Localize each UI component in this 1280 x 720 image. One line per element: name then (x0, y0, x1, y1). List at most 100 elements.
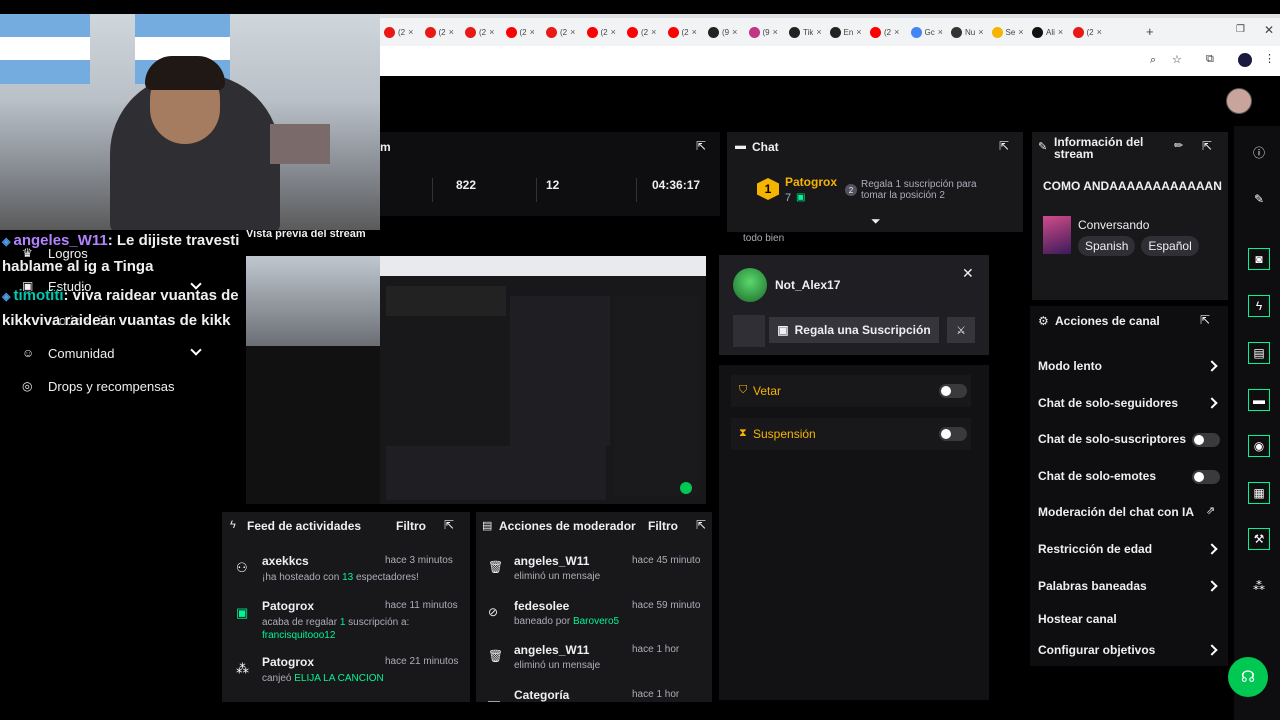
menu-drops[interactable]: Drops y recompensas (48, 379, 174, 394)
browser-tab[interactable]: (2 × (870, 24, 908, 40)
browser-tab[interactable]: (2 × (667, 24, 706, 40)
edit-icon[interactable]: ✏ (1174, 139, 1183, 152)
channel-action-row[interactable]: Moderación del chat con IA ⇗ (1038, 504, 1224, 522)
browser-tab[interactable]: (2 × (627, 24, 665, 40)
category-name[interactable]: Conversando (1078, 218, 1149, 232)
wrench-icon[interactable]: ⚒ (1248, 528, 1270, 550)
extensions-icon[interactable]: ⁂ (1248, 575, 1270, 597)
browser-tab[interactable]: Gc × (910, 24, 949, 40)
browser-tab[interactable]: (2 × (465, 24, 503, 40)
browser-tab[interactable]: Tik × (789, 24, 827, 40)
menu-icon[interactable]: ⋮ (1264, 52, 1275, 65)
external-link-icon[interactable]: ⇗ (1206, 504, 1215, 517)
activity-user[interactable]: axekkcs (262, 554, 309, 568)
chevron-right-icon[interactable] (1206, 360, 1218, 372)
browser-address-bar[interactable]: ⌕ ☆ ⧉ ⋮ (380, 46, 1280, 76)
chevron-right-icon[interactable] (1206, 397, 1218, 409)
extensions-icon[interactable]: ⧉ (1206, 53, 1214, 66)
browser-tab[interactable]: (2 × (424, 24, 463, 40)
pencil-icon[interactable]: ✎ (1248, 188, 1270, 210)
close-icon[interactable]: × (978, 27, 983, 37)
close-icon[interactable]: × (816, 27, 821, 37)
new-tab-button[interactable]: + (1146, 24, 1154, 39)
browser-tab[interactable]: Se × (991, 24, 1030, 40)
close-icon[interactable]: × (489, 27, 494, 37)
leader-name[interactable]: Patogrox (785, 175, 837, 189)
close-icon[interactable]: × (530, 27, 535, 37)
chevron-right-icon[interactable] (1206, 543, 1218, 555)
channel-action-row[interactable]: Chat de solo-seguidores (1038, 395, 1224, 413)
collapse-icon[interactable]: ⏷ (871, 214, 881, 229)
user-avatar[interactable] (1226, 88, 1252, 114)
chat-icon[interactable]: ▬ (1248, 389, 1270, 411)
browser-tab[interactable]: (2 × (586, 24, 625, 40)
channel-action-row[interactable]: Chat de solo-suscriptores (1038, 431, 1224, 449)
bookmark-star-icon[interactable]: ☆ (1172, 53, 1182, 66)
close-icon[interactable]: × (408, 27, 413, 37)
browser-tab[interactable]: (2 × (384, 24, 422, 40)
browser-tab[interactable]: Ali × (1032, 24, 1070, 40)
layout-icon[interactable]: ▦ (1248, 482, 1270, 504)
close-icon[interactable]: × (1058, 27, 1063, 37)
user-card-avatar[interactable] (733, 268, 767, 302)
chevron-right-icon[interactable] (1206, 644, 1218, 656)
activity-filter-button[interactable]: Filtro (396, 519, 426, 533)
mod-filter-button[interactable]: Filtro (648, 519, 678, 533)
mod-action-highlight[interactable]: Barovero5 (573, 616, 619, 627)
stream-tag[interactable]: Español (1141, 236, 1199, 256)
browser-tab[interactable]: (9 × (748, 24, 787, 40)
close-icon[interactable]: × (856, 27, 861, 37)
mod-action-user[interactable]: Categoría (514, 688, 569, 702)
chevron-down-icon[interactable] (190, 344, 202, 356)
channel-action-row[interactable]: Restricción de edad (1038, 541, 1224, 559)
channel-action-toggle[interactable] (1192, 433, 1220, 447)
close-icon[interactable]: × (611, 27, 616, 37)
close-icon[interactable]: × (1018, 27, 1023, 37)
gift-sub-button[interactable]: ▣ Regala una Suscripción (769, 317, 939, 343)
close-icon[interactable]: ✕ (962, 265, 974, 282)
close-icon[interactable]: × (651, 27, 656, 37)
browser-tab[interactable]: (9 × (708, 24, 746, 40)
popout-icon[interactable]: ⇱ (1202, 139, 1212, 153)
channel-action-row[interactable]: Hostear canal (1038, 611, 1224, 629)
popout-icon[interactable]: ⇱ (1200, 313, 1210, 327)
help-headset-icon[interactable]: ☊ (1228, 657, 1268, 697)
mod-option-toggle[interactable] (939, 427, 967, 441)
restore-window-icon[interactable]: ❐ (1236, 24, 1245, 35)
popout-icon[interactable]: ⇱ (696, 518, 706, 532)
mod-option-row[interactable]: ⛉ Vetar (731, 375, 971, 407)
close-icon[interactable]: × (938, 27, 943, 37)
webcam-icon[interactable]: ◙ (1248, 248, 1270, 270)
document-icon[interactable]: ▤ (1248, 342, 1270, 364)
stream-tag[interactable]: Spanish (1078, 236, 1136, 256)
channel-action-row[interactable]: Configurar objetivos (1038, 642, 1224, 660)
close-icon[interactable]: × (570, 27, 575, 37)
popout-icon[interactable]: ⇱ (444, 518, 454, 532)
lightning-icon[interactable]: ϟ (1248, 295, 1270, 317)
channel-action-toggle[interactable] (1192, 470, 1220, 484)
close-window-icon[interactable]: ✕ (1264, 23, 1274, 37)
close-icon[interactable]: × (692, 27, 697, 37)
activity-user[interactable]: Patogrox (262, 599, 314, 613)
zoom-icon[interactable]: ⌕ (1150, 54, 1156, 67)
popout-icon[interactable]: ⇱ (696, 139, 706, 153)
close-icon[interactable]: × (894, 27, 899, 37)
close-icon[interactable]: × (732, 27, 737, 37)
activity-user[interactable]: Patogrox (262, 655, 314, 669)
browser-tab[interactable]: (2 × (546, 24, 584, 40)
mod-action-user[interactable]: angeles_W11 (514, 643, 589, 657)
mod-option-row[interactable]: ⧗ Suspensión (731, 418, 971, 450)
popout-icon[interactable]: ⇱ (999, 139, 1009, 153)
mod-action-user[interactable]: angeles_W11 (514, 554, 589, 568)
channel-action-row[interactable]: Modo lento (1038, 358, 1224, 376)
channel-action-row[interactable]: Palabras baneadas (1038, 578, 1224, 596)
browser-tab[interactable]: (2 × (1072, 24, 1111, 40)
browser-tab[interactable]: (2 × (505, 24, 544, 40)
broadcast-icon[interactable]: ◉ (1248, 435, 1270, 457)
activity-recipient[interactable]: francisquitooo12 (262, 630, 335, 641)
browser-tab[interactable]: Nu × (951, 24, 989, 40)
browser-tab[interactable]: En × (829, 24, 868, 40)
menu-comunidad[interactable]: Comunidad (48, 346, 115, 361)
mod-option-toggle[interactable] (939, 384, 967, 398)
profile-icon[interactable] (1238, 53, 1252, 67)
